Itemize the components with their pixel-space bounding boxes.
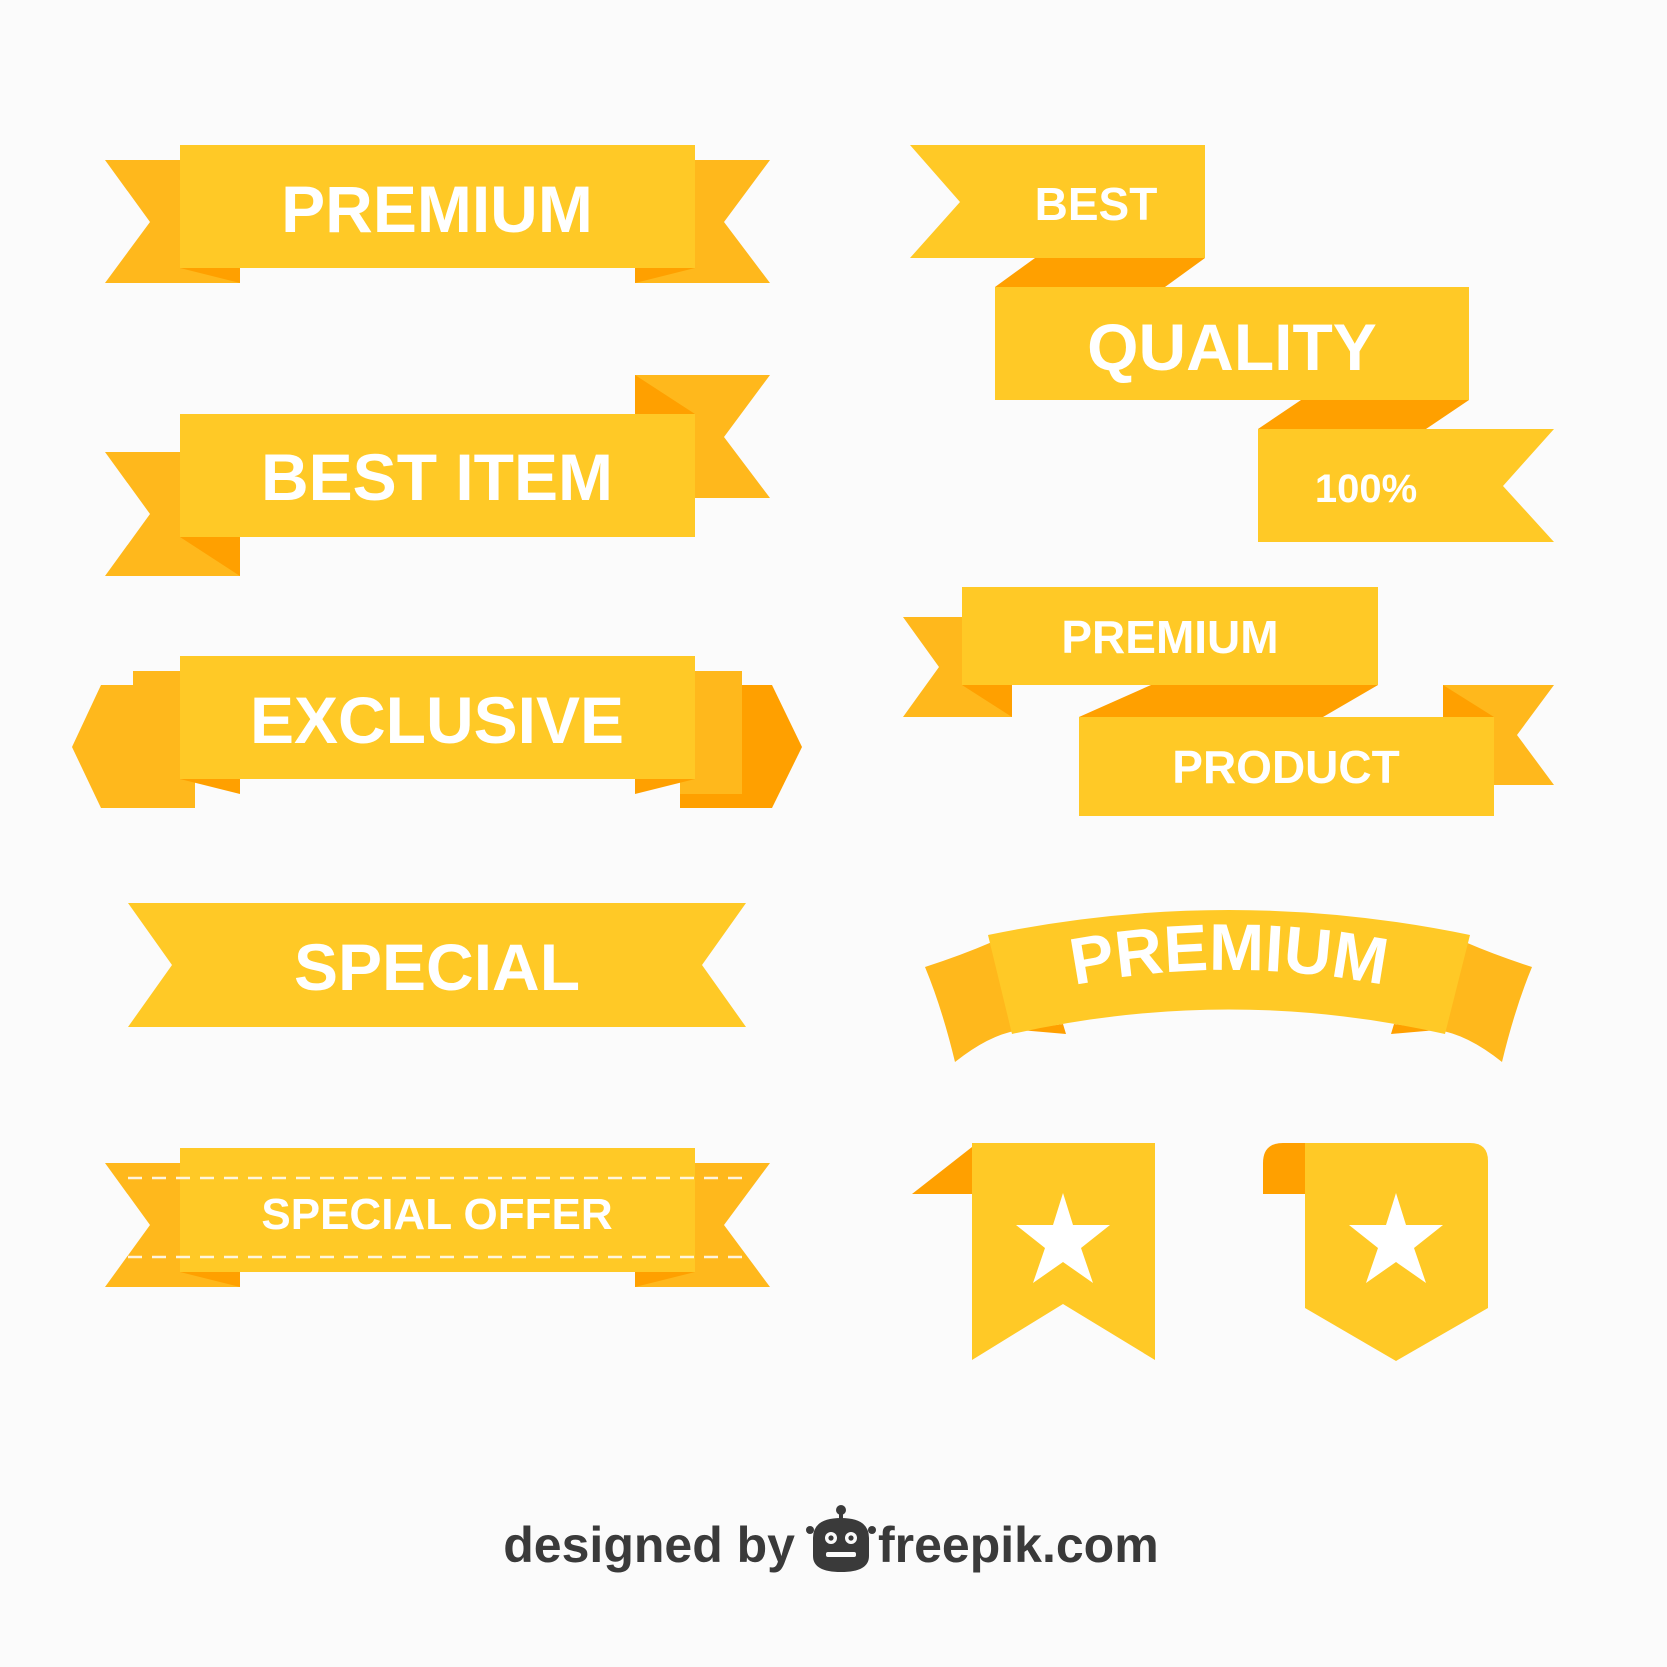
ribbon-label: SPECIAL [294, 930, 580, 1004]
ribbon-best-item: BEST ITEM [105, 375, 770, 576]
bookmark-flag-1 [912, 1143, 1155, 1360]
ribbon-label-best: BEST [1035, 178, 1158, 230]
freepik-logo-icon [806, 1505, 876, 1572]
ribbon-exclusive: EXCLUSIVE [72, 656, 802, 808]
bookmark-flag-2 [1263, 1143, 1488, 1361]
credit-designed-by: designed by [503, 1517, 795, 1573]
ribbon-label-quality: QUALITY [1087, 310, 1377, 384]
ribbon-label: BEST ITEM [261, 440, 613, 514]
credit-brand: freepik.com [878, 1517, 1159, 1573]
ribbon-special: SPECIAL [128, 903, 746, 1027]
ribbon-label: EXCLUSIVE [250, 683, 624, 757]
ribbon-special-offer: SPECIAL OFFER [105, 1148, 770, 1287]
ribbon-collection: PREMIUM BEST ITEM EXCLUSIVE SPECIAL SPEC… [72, 145, 1554, 1573]
ribbon-best-quality-stack: BEST QUALITY 100% [910, 145, 1554, 542]
ribbon-premium-top-left: PREMIUM [105, 145, 770, 283]
ribbon-label-100-percent: 100% [1315, 467, 1417, 511]
ribbon-premium-curved: PREMIUM [925, 910, 1532, 1062]
ribbon-label: PREMIUM [281, 172, 593, 246]
ribbon-label: SPECIAL OFFER [261, 1190, 612, 1239]
ribbon-label-product: PRODUCT [1172, 741, 1399, 793]
ribbon-premium-product: PREMIUM PRODUCT [903, 587, 1554, 816]
credit-line: designed by freepik.com [503, 1505, 1159, 1573]
ribbon-label-premium: PREMIUM [1061, 611, 1278, 663]
